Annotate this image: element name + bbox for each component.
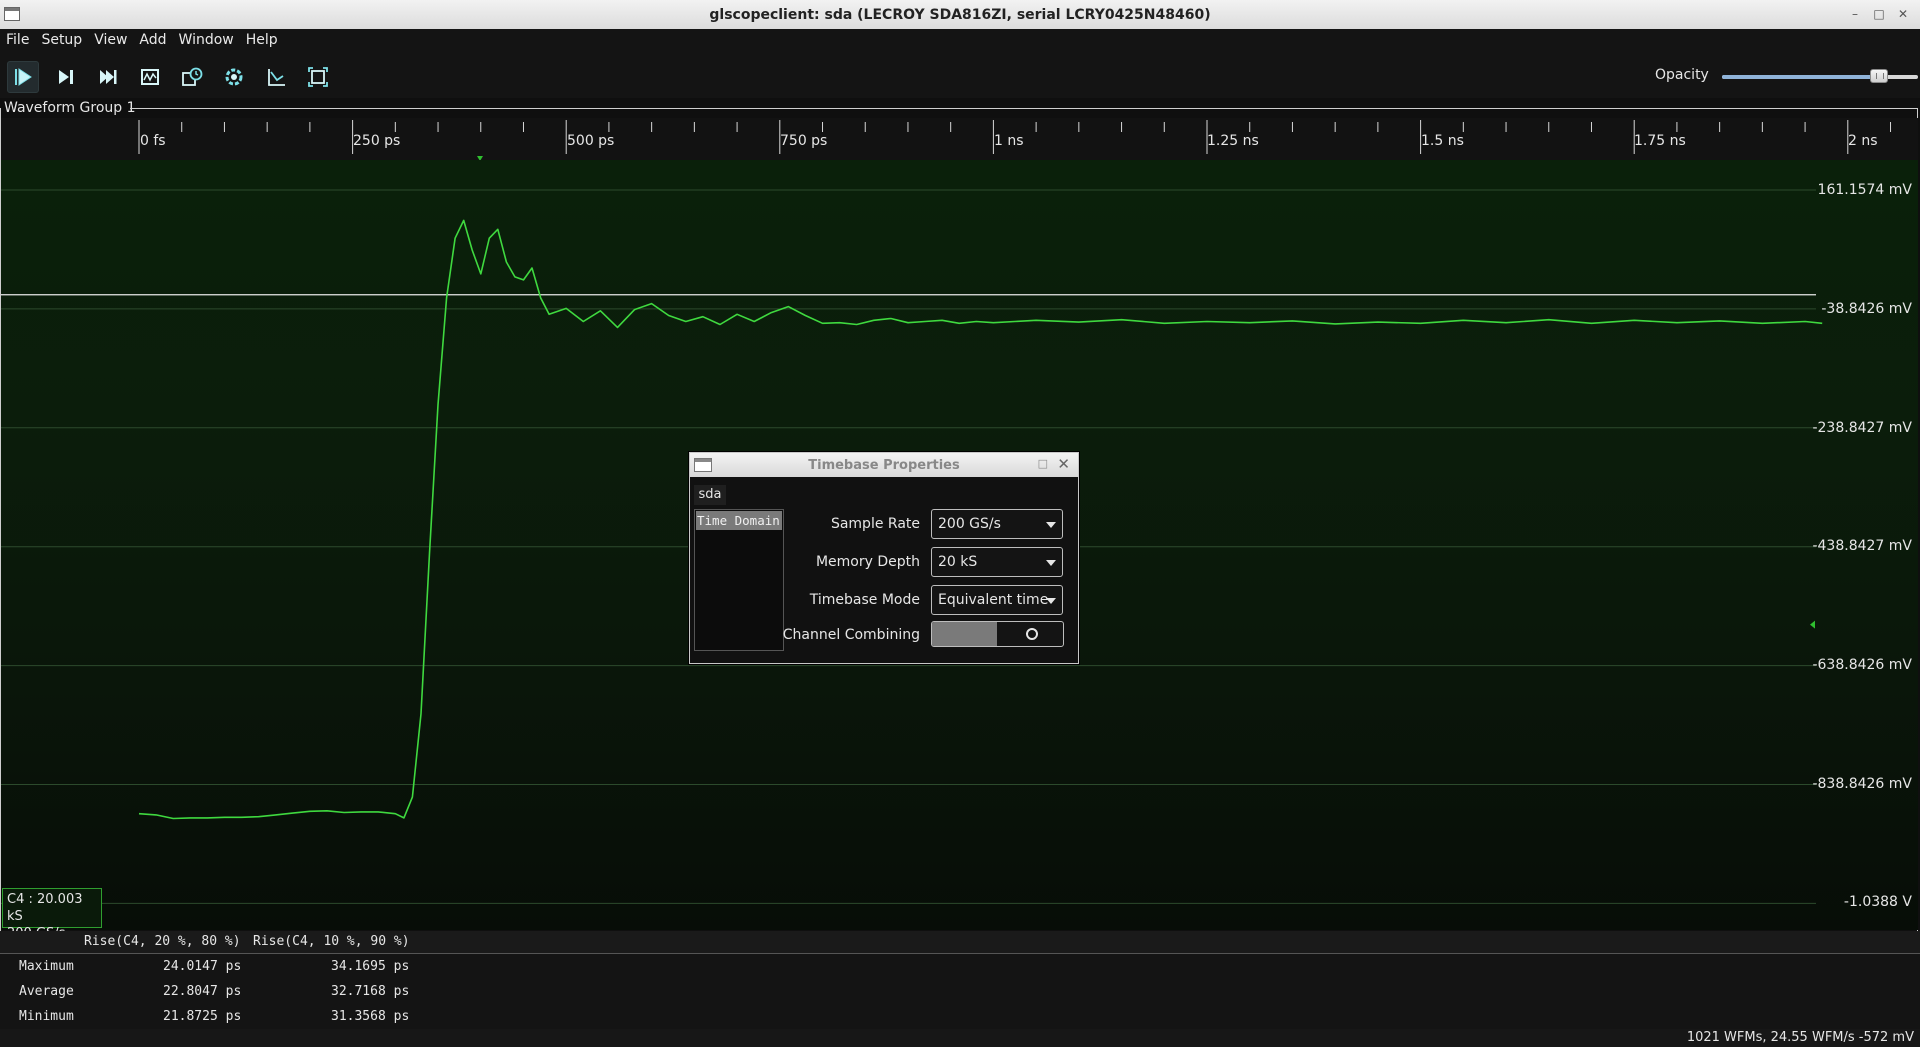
voltage-label: 161.1574 mV: [1817, 182, 1912, 198]
maximize-icon[interactable]: □: [1038, 457, 1048, 470]
measurements-table: Rise(C4, 20 %, 80 %) Rise(C4, 10 %, 90 %…: [0, 931, 1920, 1029]
window-title: glscopeclient: sda (LECROY SDA816ZI, ser…: [709, 7, 1211, 23]
menu-file[interactable]: File: [0, 29, 35, 53]
row-name: Average: [19, 984, 74, 999]
time-tick-label: 2 ns: [1848, 133, 1878, 149]
channel-badge[interactable]: C4 : 20.003 kS 200 GS/s: [2, 888, 102, 941]
force-trigger-icon: [100, 70, 117, 84]
time-tick-label: 1.5 ns: [1421, 133, 1464, 149]
sample-rate-value: 200 GS/s: [938, 516, 1001, 532]
tab-sda[interactable]: sda: [694, 485, 726, 505]
measurements-header: Rise(C4, 20 %, 80 %) Rise(C4, 10 %, 90 %…: [0, 931, 1920, 954]
memory-depth-value: 20 kS: [938, 554, 978, 570]
voltage-label: -238.8427 mV: [1812, 420, 1912, 436]
timebase-mode-label: Timebase Mode: [809, 592, 920, 608]
toolbar: Opacity: [0, 53, 1920, 98]
sample-rate-select[interactable]: 200 GS/s: [931, 509, 1063, 539]
timebase-mode-select[interactable]: Equivalent time: [931, 585, 1063, 615]
single-trigger-icon: [59, 70, 73, 84]
refresh-icon: [225, 68, 243, 86]
voltage-label: -838.8426 mV: [1812, 776, 1912, 792]
stop-trigger-button[interactable]: [134, 61, 166, 93]
single-trigger-button[interactable]: [50, 61, 82, 93]
channel-badge-depth: C4 : 20.003 kS: [7, 892, 83, 924]
measurement-column-header[interactable]: Rise(C4, 10 %, 90 %): [253, 934, 410, 949]
maximize-icon[interactable]: □: [1870, 6, 1888, 22]
history-button[interactable]: [176, 61, 208, 93]
table-cell: 31.3568 ps: [331, 1009, 410, 1024]
menu-setup[interactable]: Setup: [35, 29, 88, 53]
voltage-label: -38.8426 mV: [1821, 301, 1912, 317]
row-name: Maximum: [19, 959, 74, 974]
timebase-properties-dialog: Timebase Properties □ ✕ sda Time Domain …: [689, 452, 1079, 664]
list-item-time-domain[interactable]: Time Domain: [696, 511, 782, 530]
time-tick-label: 1 ns: [994, 133, 1024, 149]
time-tick-label: 250 ps: [353, 133, 401, 149]
row-name: Minimum: [19, 1009, 74, 1024]
opacity-slider-thumb[interactable]: [1869, 69, 1888, 83]
time-tick-label: 1.25 ns: [1207, 133, 1259, 149]
chevron-down-icon: [1046, 522, 1056, 528]
start-trigger-icon: [15, 68, 32, 86]
timeline[interactable]: 0 fs 250 ps 500 ps 750 ps 1 ns 1.25 ns 1…: [1, 118, 1918, 160]
menu-bar: File Setup View Add Window Help: [0, 29, 1920, 53]
close-icon[interactable]: ✕: [1894, 6, 1912, 22]
channel-combining-label: Channel Combining: [782, 627, 920, 643]
menu-help[interactable]: Help: [240, 29, 284, 53]
time-tick-label: 0 fs: [140, 133, 166, 149]
status-bar: 1021 WFMs, 24.55 WFM/s -572 mV: [0, 1029, 1920, 1047]
opacity-label: Opacity: [1655, 67, 1709, 83]
toggle-off-icon: [1026, 628, 1038, 640]
section-list[interactable]: Time Domain: [694, 509, 784, 651]
table-cell: 22.8047 ps: [163, 984, 242, 999]
status-text: 1021 WFMs, 24.55 WFM/s -572 mV: [1686, 1030, 1914, 1045]
dialog-title: Timebase Properties: [808, 458, 960, 473]
measurement-column-header[interactable]: Rise(C4, 20 %, 80 %): [84, 934, 241, 949]
force-trigger-button[interactable]: [92, 61, 124, 93]
start-trigger-button[interactable]: [7, 61, 39, 93]
menu-window[interactable]: Window: [173, 29, 240, 53]
table-cell: 32.7168 ps: [331, 984, 410, 999]
fullscreen-icon: [308, 67, 328, 87]
opacity-slider[interactable]: [1722, 69, 1918, 83]
menu-add[interactable]: Add: [133, 29, 172, 53]
timebase-mode-value: Equivalent time: [938, 592, 1049, 608]
channel-combining-toggle[interactable]: [931, 621, 1064, 647]
minimize-icon[interactable]: –: [1846, 6, 1864, 22]
table-cell: 21.8725 ps: [163, 1009, 242, 1024]
waveform-group-label: Waveform Group 1: [4, 100, 136, 116]
history-icon: [182, 67, 203, 86]
time-tick-label: 1.75 ns: [1634, 133, 1686, 149]
fullscreen-button[interactable]: [302, 61, 334, 93]
close-icon[interactable]: ✕: [1057, 455, 1070, 473]
group-frame-top: [130, 108, 1918, 109]
channel-offset-marker[interactable]: [1810, 620, 1815, 629]
stop-trigger-icon: [141, 69, 159, 85]
sample-rate-label: Sample Rate: [830, 516, 920, 532]
clear-sweeps-icon: [268, 69, 285, 86]
time-tick-label: 500 ps: [567, 133, 615, 149]
opacity-slider-fill: [1722, 75, 1879, 79]
voltage-label: -438.8427 mV: [1812, 538, 1912, 554]
memory-depth-label: Memory Depth: [815, 554, 920, 570]
memory-depth-select[interactable]: 20 kS: [931, 547, 1063, 577]
table-cell: 34.1695 ps: [331, 959, 410, 974]
dialog-titlebar[interactable]: Timebase Properties □ ✕: [690, 453, 1078, 477]
refresh-button[interactable]: [218, 61, 250, 93]
toggle-knob: [932, 622, 997, 646]
time-tick-label: 750 ps: [780, 133, 828, 149]
voltage-label: -1.0388 V: [1843, 894, 1912, 910]
menu-view[interactable]: View: [88, 29, 133, 53]
window-titlebar: glscopeclient: sda (LECROY SDA816ZI, ser…: [0, 0, 1920, 30]
clear-sweeps-button[interactable]: [260, 61, 292, 93]
table-cell: 24.0147 ps: [163, 959, 242, 974]
timeline-ticks: [138, 120, 1892, 160]
chevron-down-icon: [1046, 560, 1056, 566]
voltage-label: -638.8426 mV: [1812, 657, 1912, 673]
chevron-down-icon: [1046, 598, 1056, 604]
